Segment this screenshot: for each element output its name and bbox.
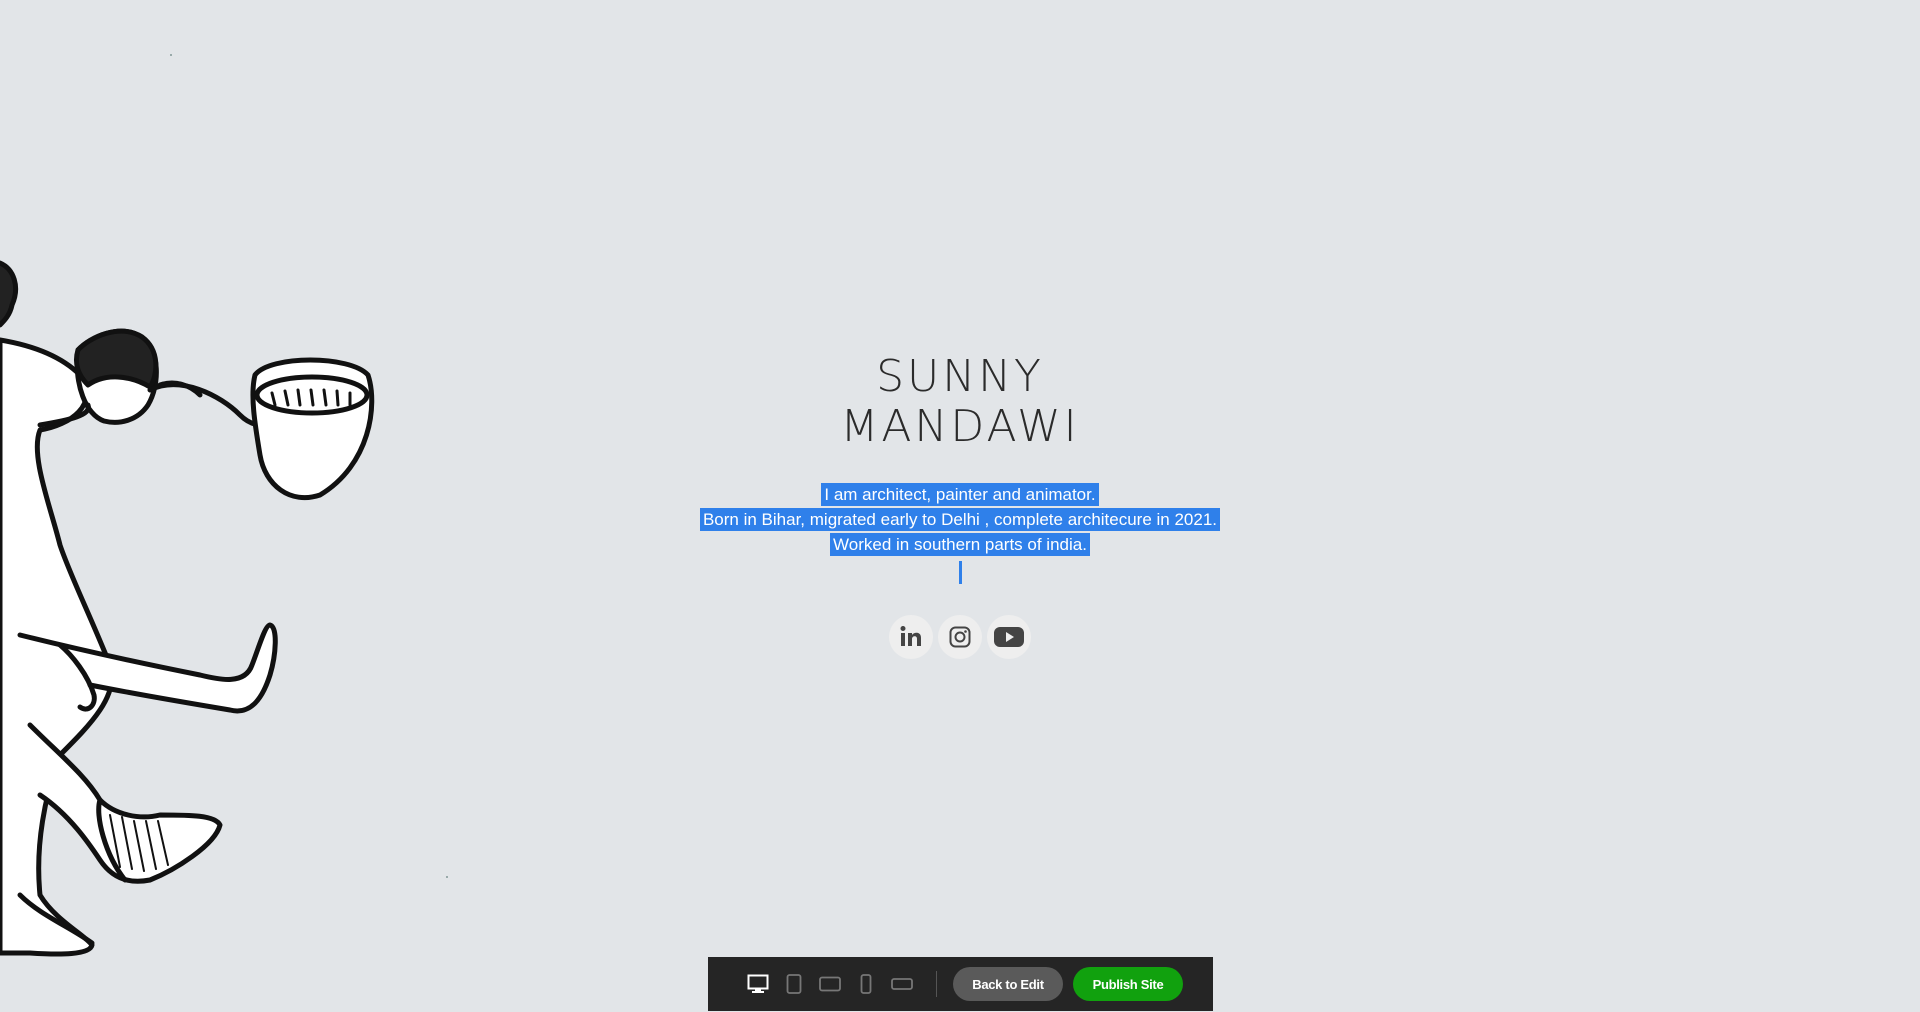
bio-line: I am architect, painter and animator. bbox=[821, 483, 1099, 506]
mobile-portrait-view-button[interactable] bbox=[852, 970, 880, 998]
toolbar-divider bbox=[936, 971, 937, 997]
youtube-icon bbox=[994, 627, 1024, 647]
bio-text-block[interactable]: I am architect, painter and animator. Bo… bbox=[0, 482, 1920, 591]
mobile-landscape-view-button[interactable] bbox=[888, 970, 916, 998]
tablet-portrait-icon bbox=[786, 974, 802, 994]
site-title-line-2: MANDAWI bbox=[840, 401, 1080, 452]
mobile-landscape-icon bbox=[891, 978, 913, 990]
social-links bbox=[0, 615, 1920, 659]
back-to-edit-button[interactable]: Back to Edit bbox=[953, 967, 1063, 1001]
mobile-portrait-icon bbox=[860, 974, 872, 994]
tablet-portrait-view-button[interactable] bbox=[780, 970, 808, 998]
desktop-icon bbox=[747, 974, 769, 993]
instagram-icon bbox=[949, 626, 971, 648]
bio-line: Born in Bihar, migrated early to Delhi ,… bbox=[699, 508, 1221, 531]
tablet-landscape-view-button[interactable] bbox=[816, 970, 844, 998]
linkedin-icon bbox=[900, 626, 921, 646]
site-title: SUNNY MANDAWI bbox=[0, 352, 1920, 452]
publish-site-button[interactable]: Publish Site bbox=[1073, 967, 1183, 1001]
text-cursor bbox=[958, 561, 962, 584]
bio-line: Worked in southern parts of india. bbox=[830, 533, 1090, 556]
linkedin-link[interactable] bbox=[889, 615, 933, 659]
tablet-landscape-icon bbox=[819, 976, 841, 992]
youtube-link[interactable] bbox=[987, 615, 1031, 659]
speck bbox=[170, 54, 172, 56]
speck bbox=[446, 876, 448, 878]
preview-page: SUNNY MANDAWI I am architect, painter an… bbox=[0, 0, 1920, 1012]
hero-section: SUNNY MANDAWI I am architect, painter an… bbox=[0, 352, 1920, 659]
desktop-view-button[interactable] bbox=[744, 970, 772, 998]
preview-toolbar: Back to Edit Publish Site bbox=[708, 957, 1213, 1011]
site-title-line-1: SUNNY bbox=[876, 351, 1044, 402]
instagram-link[interactable] bbox=[938, 615, 982, 659]
